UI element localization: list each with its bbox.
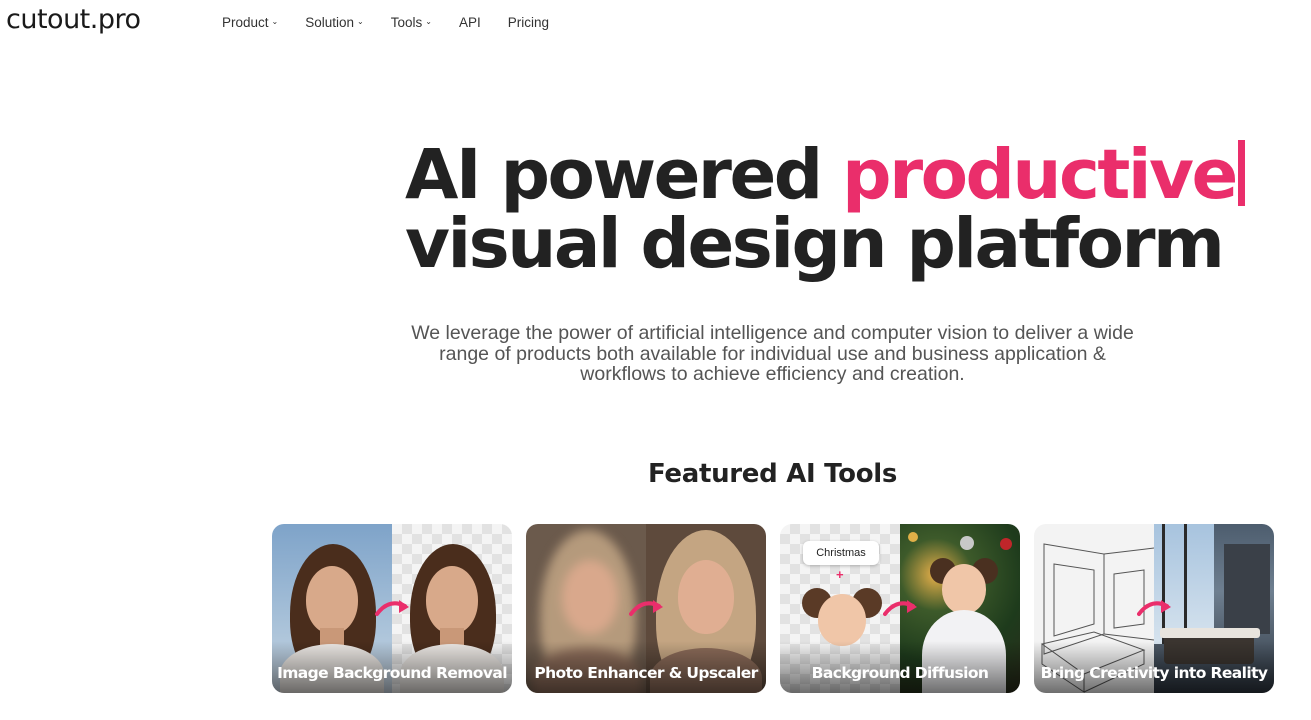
nav-item-label: Pricing: [507, 15, 549, 30]
card-label: Bring Creativity into Reality: [1034, 641, 1274, 693]
hero-line-1-prefix: AI powered: [405, 135, 843, 215]
card-label: Background Diffusion: [780, 641, 1020, 693]
main-nav: Product ⌄ Solution ⌄ Tools ⌄ API Pricing: [222, 15, 576, 30]
logo[interactable]: cutout.pro: [6, 4, 141, 35]
nav-item-pricing[interactable]: Pricing: [508, 15, 549, 30]
tool-card-background-diffusion[interactable]: Christmas + Background Diffusion: [780, 524, 1020, 693]
arrow-right-icon: [1137, 600, 1171, 616]
featured-tools-title: Featured AI Tools: [647, 459, 898, 489]
nav-item-label: Solution: [305, 15, 355, 30]
arrow-right-icon: [375, 600, 409, 616]
plus-icon: +: [836, 567, 844, 582]
nav-item-label: Product: [222, 15, 269, 30]
nav-item-solution[interactable]: Solution ⌄: [305, 15, 364, 30]
nav-item-tools[interactable]: Tools ⌄: [391, 15, 432, 30]
card-label: Photo Enhancer & Upscaler: [526, 641, 766, 693]
hero-line-1: AI powered productive: [405, 140, 1285, 210]
chevron-down-icon: ⌄: [271, 17, 279, 26]
nav-item-product[interactable]: Product ⌄: [222, 15, 278, 30]
nav-item-label: API: [458, 15, 481, 30]
chevron-down-icon: ⌄: [425, 17, 432, 26]
featured-tools-cards: Image Background Removal Photo Enhancer …: [272, 524, 1274, 693]
arrow-right-icon: [883, 600, 917, 616]
tool-card-photo-enhancer[interactable]: Photo Enhancer & Upscaler: [526, 524, 766, 693]
typing-caret: [1237, 140, 1245, 206]
prompt-chip: Christmas: [803, 541, 879, 565]
tool-card-creativity-reality[interactable]: Bring Creativity into Reality: [1034, 524, 1274, 693]
nav-item-label: Tools: [390, 15, 423, 30]
nav-item-api[interactable]: API: [459, 15, 481, 30]
tool-card-background-removal[interactable]: Image Background Removal: [272, 524, 512, 693]
hero-heading: AI powered productive visual design plat…: [405, 140, 1285, 279]
hero-subtitle: We leverage the power of artificial inte…: [411, 322, 1134, 385]
chevron-down-icon: ⌄: [357, 17, 364, 26]
card-label: Image Background Removal: [272, 641, 512, 693]
hero-line-2: visual design platform: [405, 204, 1225, 284]
arrow-right-icon: [629, 600, 663, 616]
hero-accent-word: productive: [842, 135, 1238, 215]
